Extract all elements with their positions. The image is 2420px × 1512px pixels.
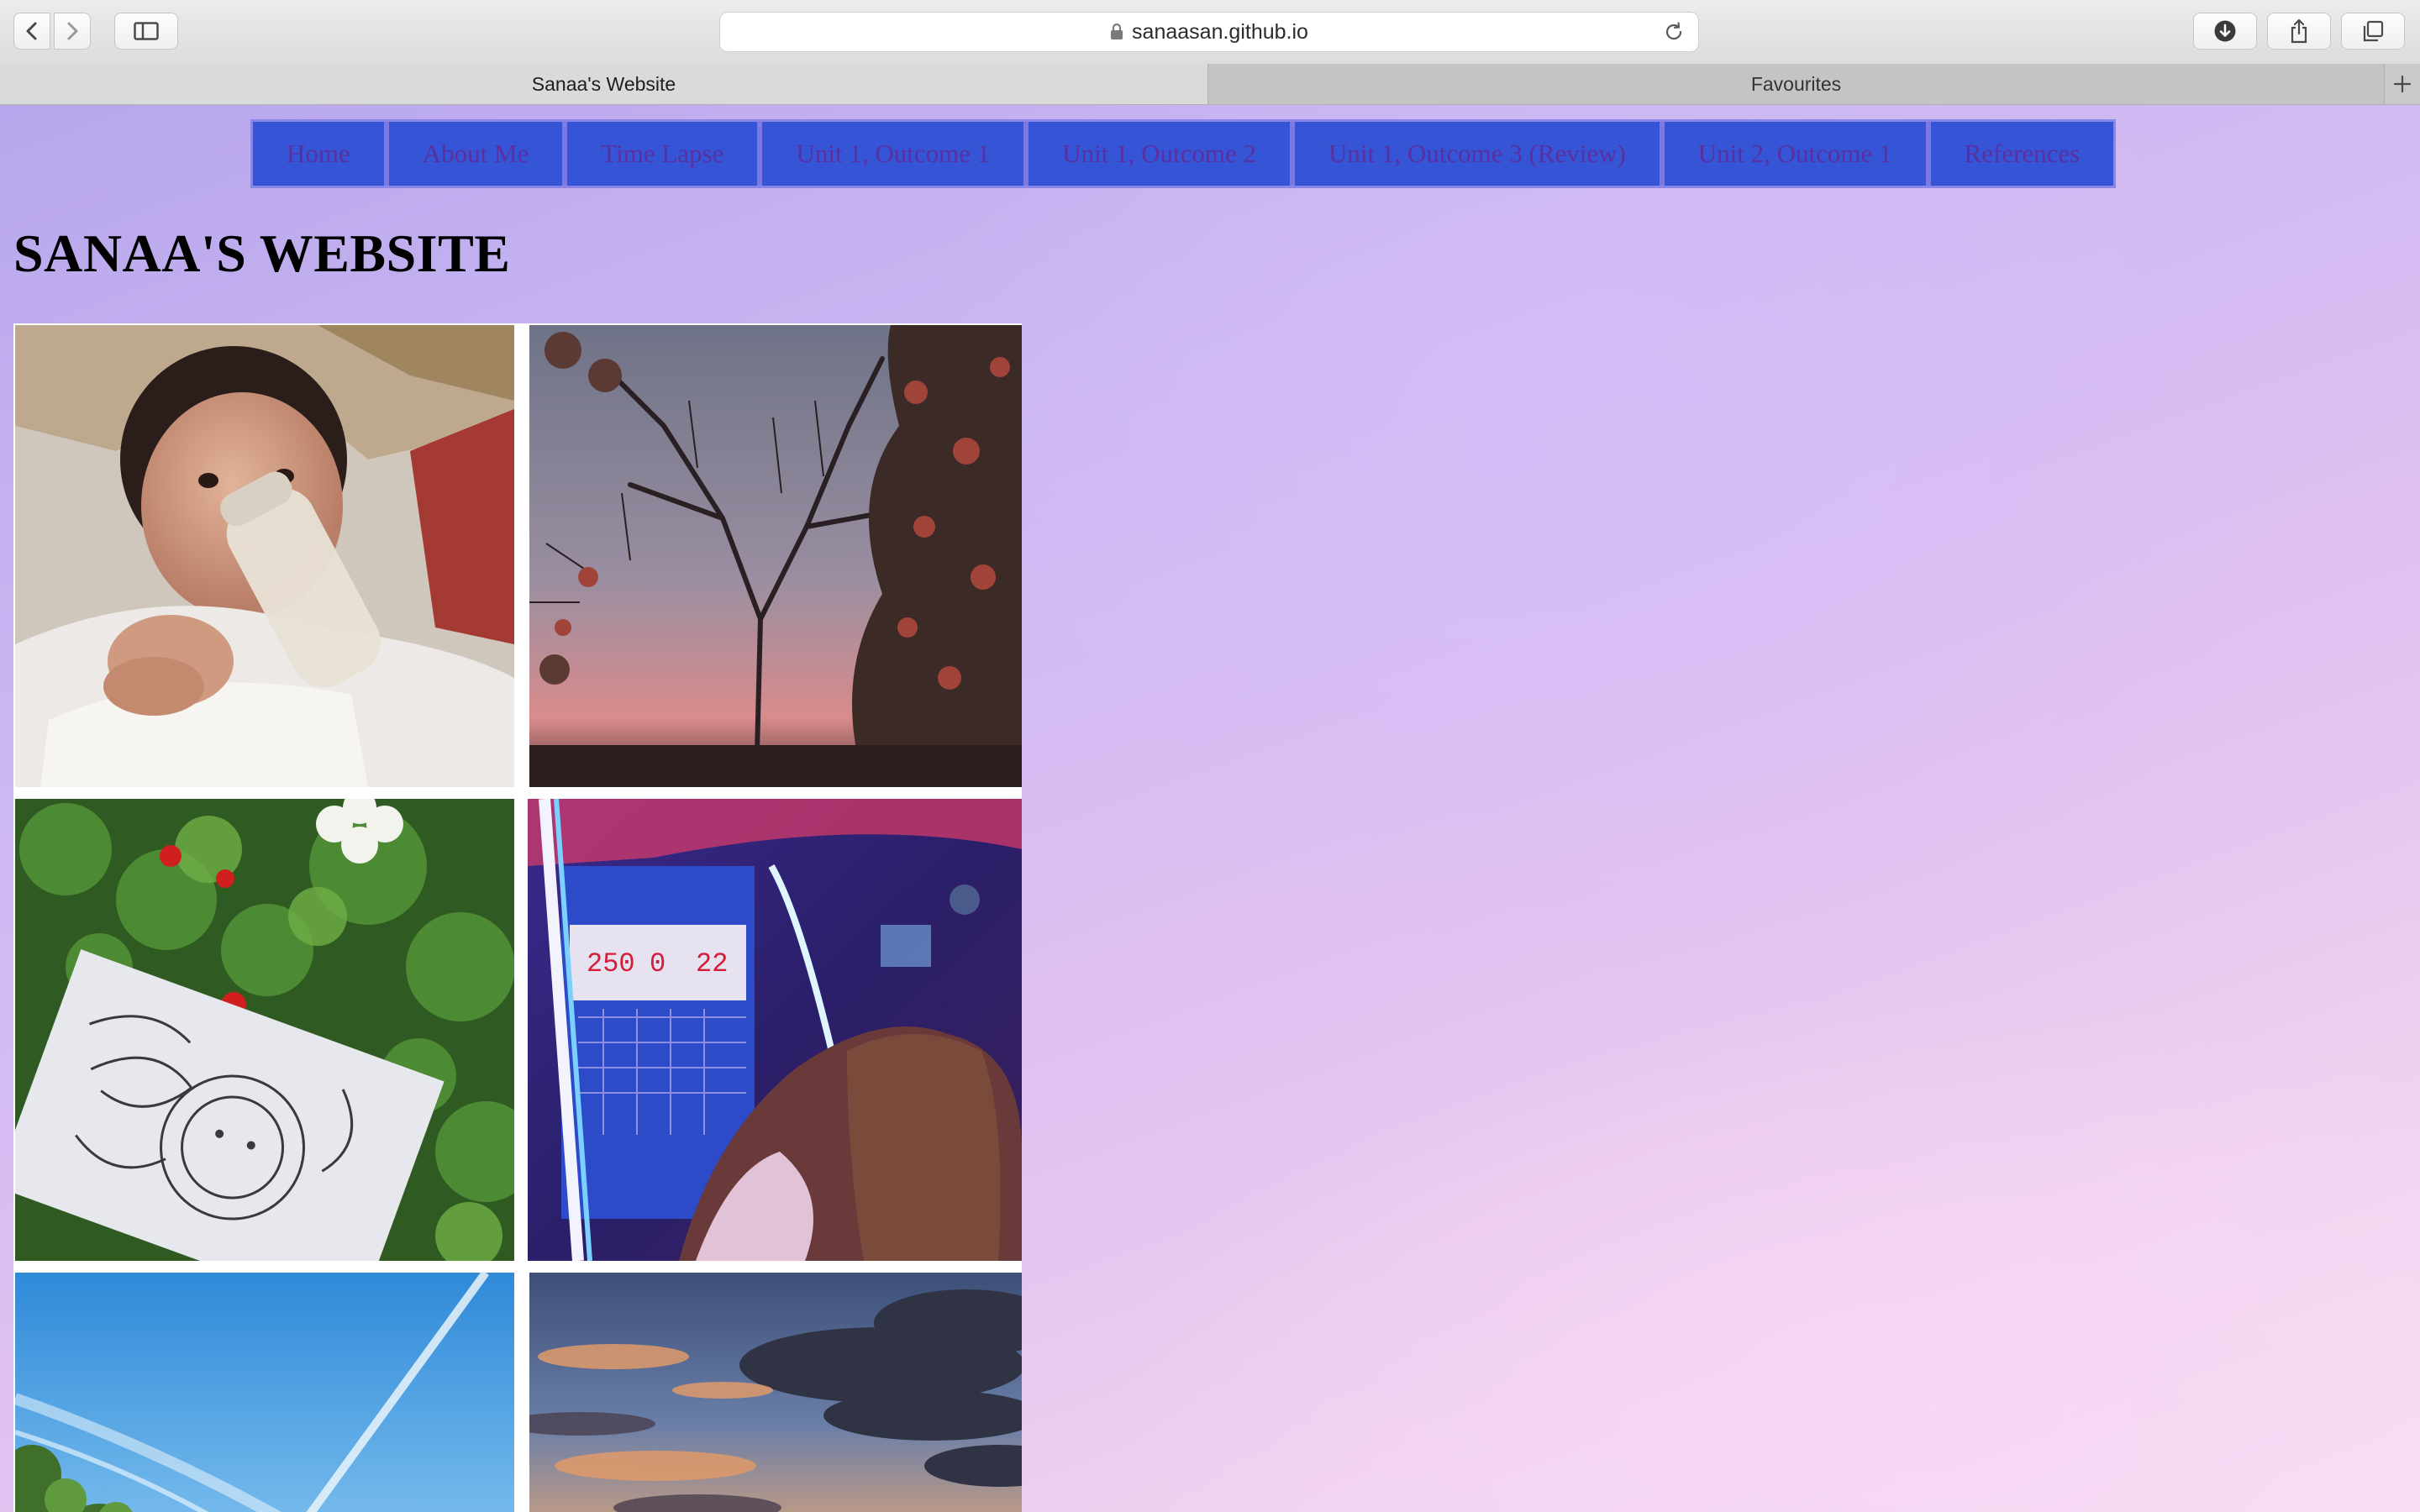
- nav-item-about-me[interactable]: About Me: [388, 122, 568, 186]
- new-tab-button[interactable]: [2385, 64, 2420, 104]
- nav-item-references[interactable]: References: [1930, 122, 2114, 186]
- share-icon: [2291, 18, 2307, 44]
- sidebar-button[interactable]: [114, 13, 178, 50]
- tab-sanaas-website[interactable]: Sanaa's Website: [0, 64, 1208, 104]
- reload-button[interactable]: [1663, 21, 1685, 47]
- nav-item-unit2-outcome1[interactable]: Unit 2, Outcome 1: [1664, 122, 1931, 186]
- new-tab-icon: [2393, 75, 2412, 93]
- tree-sunset-photo: [529, 325, 1022, 787]
- reload-icon: [1665, 22, 1682, 40]
- download-icon: [2214, 20, 2236, 42]
- photo-gallery: 250 0 22: [13, 323, 1022, 1512]
- lock-icon: [1111, 24, 1123, 39]
- nav-item-unit1-outcome3-review[interactable]: Unit 1, Outcome 3 (Review): [1294, 122, 1665, 186]
- nav-item-unit1-outcome1[interactable]: Unit 1, Outcome 1: [762, 122, 1029, 186]
- tabs-overview-icon: [2363, 20, 2384, 42]
- scoreboard-middle: 0: [650, 948, 666, 979]
- forward-button[interactable]: [54, 13, 91, 50]
- tab-favourites[interactable]: Favourites: [1208, 64, 2385, 104]
- forward-icon: [67, 22, 78, 40]
- address-bar[interactable]: sanaasan.github.io: [719, 12, 1699, 52]
- sky-contrails-photo: [15, 1273, 514, 1512]
- url-text: sanaasan.github.io: [1132, 19, 1308, 44]
- page-title: SANAA'S WEBSITE: [13, 223, 511, 283]
- mandala-drawing-photo: [15, 799, 514, 1261]
- download-button[interactable]: [2193, 13, 2257, 50]
- share-button[interactable]: [2267, 13, 2331, 50]
- nav-item-home[interactable]: Home: [253, 122, 389, 186]
- nav-item-unit1-outcome2[interactable]: Unit 1, Outcome 2: [1028, 122, 1295, 186]
- tab-label: Favourites: [1750, 72, 1842, 95]
- tabs-overview-button[interactable]: [2341, 13, 2405, 50]
- tab-label: Sanaa's Website: [531, 72, 676, 95]
- cloudy-sunset-photo: [529, 1273, 1022, 1512]
- browser-toolbar: sanaasan.github.io: [0, 0, 2420, 65]
- sidebar-icon: [134, 22, 159, 40]
- page-viewport: Home About Me Time Lapse Unit 1, Outcome…: [0, 105, 2420, 1512]
- scoreboard-right: 22: [696, 948, 728, 979]
- baby-bottle-photo: [15, 325, 514, 787]
- main-nav: Home About Me Time Lapse Unit 1, Outcome…: [250, 119, 2117, 188]
- back-button[interactable]: [13, 13, 50, 50]
- back-icon: [26, 22, 37, 40]
- nav-item-time-lapse[interactable]: Time Lapse: [567, 122, 763, 186]
- arcade-basketball-photo: 250 0 22: [528, 799, 1022, 1261]
- scoreboard-left: 250: [587, 948, 635, 979]
- tab-bar: Sanaa's Website Favourites: [0, 64, 2420, 105]
